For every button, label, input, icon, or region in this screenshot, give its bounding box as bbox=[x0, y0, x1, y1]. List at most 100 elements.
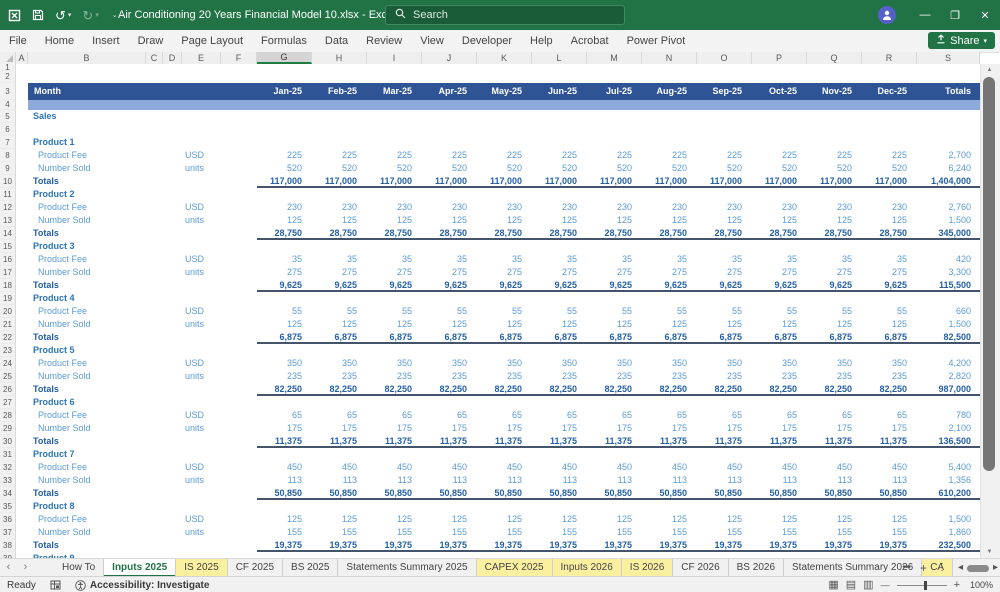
cell[interactable]: 50,850 bbox=[257, 487, 312, 500]
cell[interactable]: 225 bbox=[367, 149, 422, 162]
row-header-19[interactable]: 19 bbox=[0, 292, 16, 305]
cell[interactable]: 125 bbox=[642, 214, 697, 227]
cell[interactable]: 82,250 bbox=[807, 383, 862, 396]
cell[interactable]: 6,875 bbox=[532, 331, 587, 344]
undo-button[interactable]: ↺ ▾ bbox=[55, 9, 71, 22]
cell[interactable]: 225 bbox=[642, 149, 697, 162]
redo-button[interactable]: ↻ ▾ bbox=[82, 9, 98, 22]
cell[interactable]: 225 bbox=[532, 149, 587, 162]
column-header-I[interactable]: I bbox=[367, 52, 422, 64]
macro-record-button[interactable] bbox=[43, 580, 68, 590]
row-header-2[interactable]: 2 bbox=[0, 71, 16, 83]
cell[interactable]: 55 bbox=[642, 305, 697, 318]
cell[interactable]: 275 bbox=[477, 266, 532, 279]
page-layout-view-icon[interactable]: ▤ bbox=[846, 577, 856, 592]
cell[interactable]: 230 bbox=[477, 201, 532, 214]
cell[interactable]: 19,375 bbox=[587, 539, 642, 552]
cell[interactable]: 125 bbox=[477, 513, 532, 526]
cell-fee-label[interactable]: Product Fee bbox=[28, 409, 146, 422]
cell[interactable]: 65 bbox=[697, 409, 752, 422]
ribbon-tab-review[interactable]: Review bbox=[357, 30, 411, 52]
cell-fee-unit[interactable]: USD bbox=[182, 409, 221, 422]
cell[interactable]: 11,375 bbox=[477, 435, 532, 448]
cell[interactable]: 113 bbox=[642, 474, 697, 487]
cell[interactable]: 6,875 bbox=[257, 331, 312, 344]
cell[interactable]: 175 bbox=[477, 422, 532, 435]
cell[interactable]: 65 bbox=[532, 409, 587, 422]
cell[interactable]: 50,850 bbox=[752, 487, 807, 500]
cell[interactable]: 235 bbox=[642, 370, 697, 383]
cell-totals-label[interactable]: Totals bbox=[28, 175, 146, 188]
cell[interactable]: 175 bbox=[312, 422, 367, 435]
cell[interactable]: 35 bbox=[532, 253, 587, 266]
cell[interactable]: 82,250 bbox=[587, 383, 642, 396]
cell[interactable]: 350 bbox=[312, 357, 367, 370]
cell[interactable]: 113 bbox=[477, 474, 532, 487]
cell[interactable]: 520 bbox=[807, 162, 862, 175]
cell[interactable]: 115,500 bbox=[917, 279, 980, 292]
cell[interactable]: 175 bbox=[807, 422, 862, 435]
column-header-P[interactable]: P bbox=[752, 52, 807, 64]
next-sheet-icon[interactable]: › bbox=[17, 559, 34, 577]
cell[interactable]: 450 bbox=[642, 461, 697, 474]
cell-month[interactable]: May-25 bbox=[477, 83, 532, 100]
column-header-F[interactable]: F bbox=[221, 52, 257, 64]
cell-sold-label[interactable]: Number Sold bbox=[28, 474, 146, 487]
cell[interactable]: 520 bbox=[422, 162, 477, 175]
cell[interactable]: 11,375 bbox=[642, 435, 697, 448]
cell[interactable]: 55 bbox=[752, 305, 807, 318]
row-header-37[interactable]: 37 bbox=[0, 526, 16, 539]
cell[interactable]: 175 bbox=[257, 422, 312, 435]
row-header-20[interactable]: 20 bbox=[0, 305, 16, 318]
cell[interactable]: 117,000 bbox=[752, 175, 807, 188]
cell[interactable]: 520 bbox=[697, 162, 752, 175]
zoom-in-button[interactable]: + bbox=[954, 577, 960, 592]
cell[interactable]: 9,625 bbox=[532, 279, 587, 292]
cell[interactable]: 6,875 bbox=[752, 331, 807, 344]
cell[interactable]: 11,375 bbox=[312, 435, 367, 448]
column-header-B[interactable]: B bbox=[28, 52, 146, 64]
cell[interactable]: 35 bbox=[422, 253, 477, 266]
cell[interactable]: 9,625 bbox=[477, 279, 532, 292]
cell[interactable]: 230 bbox=[257, 201, 312, 214]
cell[interactable]: 125 bbox=[862, 318, 917, 331]
cell[interactable]: 275 bbox=[697, 266, 752, 279]
cell-totals-label[interactable]: Totals bbox=[28, 487, 146, 500]
cell[interactable]: 19,375 bbox=[862, 539, 917, 552]
cell[interactable]: 1,356 bbox=[917, 474, 980, 487]
cell[interactable]: 28,750 bbox=[532, 227, 587, 240]
cell[interactable]: 9,625 bbox=[862, 279, 917, 292]
cell-fee-label[interactable]: Product Fee bbox=[28, 357, 146, 370]
cell[interactable]: 225 bbox=[697, 149, 752, 162]
cell[interactable]: 2,700 bbox=[917, 149, 980, 162]
cell-month[interactable]: Apr-25 bbox=[422, 83, 477, 100]
cell-product-name[interactable]: Product 1 bbox=[28, 136, 257, 149]
cell[interactable]: 155 bbox=[697, 526, 752, 539]
cell[interactable]: 9,625 bbox=[697, 279, 752, 292]
cell[interactable]: 175 bbox=[532, 422, 587, 435]
cell[interactable]: 235 bbox=[422, 370, 477, 383]
cell[interactable]: 11,375 bbox=[862, 435, 917, 448]
cell[interactable]: 125 bbox=[257, 214, 312, 227]
cell-month[interactable]: Jan-25 bbox=[257, 83, 312, 100]
cell[interactable]: 55 bbox=[587, 305, 642, 318]
row-header-14[interactable]: 14 bbox=[0, 227, 16, 240]
cell[interactable]: 450 bbox=[697, 461, 752, 474]
cell[interactable]: 225 bbox=[587, 149, 642, 162]
sheet-tab-statements-summary-2025[interactable]: Statements Summary 2025 bbox=[338, 559, 477, 577]
column-header-E[interactable]: E bbox=[182, 52, 221, 64]
cell[interactable]: 11,375 bbox=[587, 435, 642, 448]
row-header-5[interactable]: 5 bbox=[0, 110, 16, 123]
cell[interactable]: 9,625 bbox=[312, 279, 367, 292]
cell[interactable]: 82,250 bbox=[862, 383, 917, 396]
row-header-7[interactable]: 7 bbox=[0, 136, 16, 149]
cell[interactable]: 450 bbox=[752, 461, 807, 474]
cell[interactable]: 113 bbox=[752, 474, 807, 487]
cell[interactable]: 450 bbox=[477, 461, 532, 474]
ribbon-tab-acrobat[interactable]: Acrobat bbox=[562, 30, 618, 52]
cell[interactable]: 450 bbox=[422, 461, 477, 474]
cell[interactable]: 65 bbox=[422, 409, 477, 422]
cell[interactable]: 117,000 bbox=[807, 175, 862, 188]
ribbon-tab-page-layout[interactable]: Page Layout bbox=[172, 30, 252, 52]
cell-fee-label[interactable]: Product Fee bbox=[28, 201, 146, 214]
